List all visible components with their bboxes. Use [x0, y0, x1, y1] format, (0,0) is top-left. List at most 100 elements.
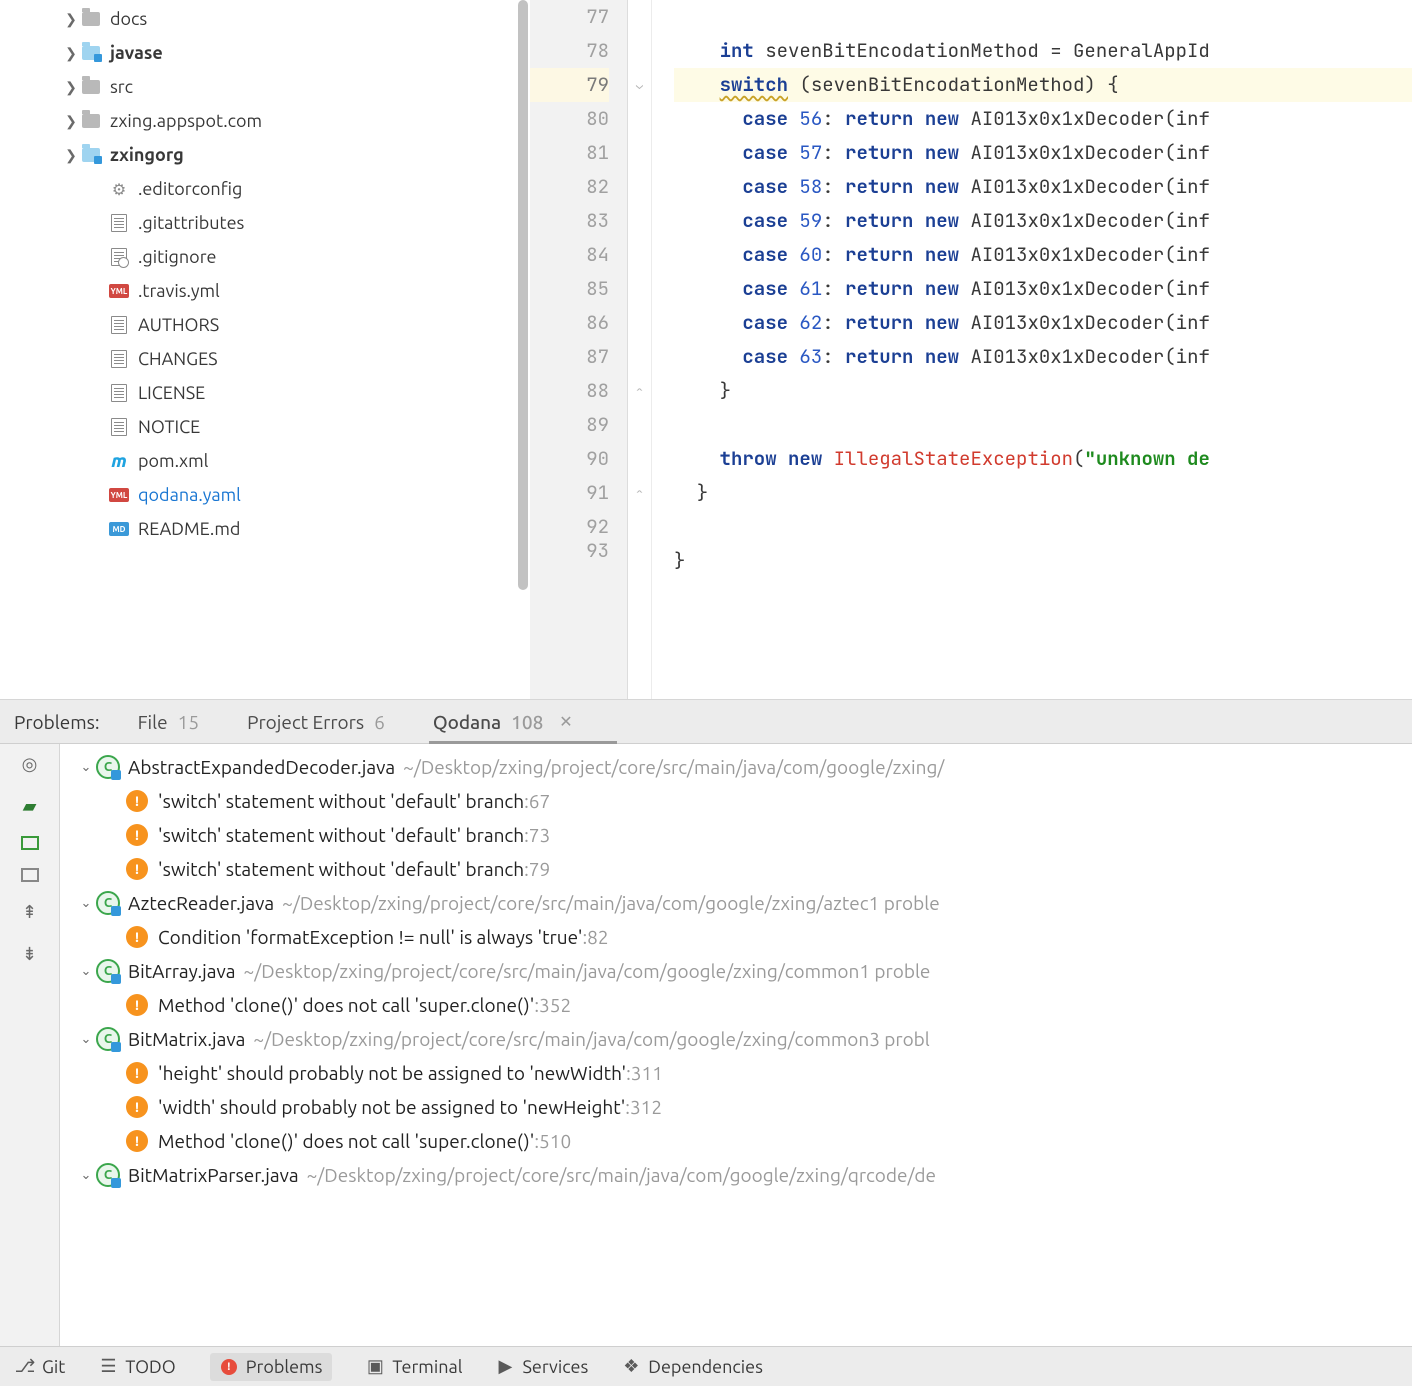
code-line[interactable]: case 60: return new AI013x0x1xDecoder(in…: [674, 238, 1412, 272]
tree-item--editorconfig[interactable]: ⚙.editorconfig: [0, 172, 530, 206]
chevron-right-icon[interactable]: ❯: [62, 79, 80, 96]
line-number[interactable]: 82: [530, 170, 609, 204]
tree-item--gitignore[interactable]: .gitignore: [0, 240, 530, 274]
code-line[interactable]: [674, 408, 1412, 442]
chevron-down-icon[interactable]: ⌄: [76, 760, 96, 775]
tree-item-zxing-appspot-com[interactable]: ❯zxing.appspot.com: [0, 104, 530, 138]
fold-down-icon[interactable]: ⌄: [628, 68, 651, 102]
tree-item-AUTHORS[interactable]: AUTHORS: [0, 308, 530, 342]
problems-tree[interactable]: ⌄CAbstractExpandedDecoder.java~/Desktop/…: [60, 744, 1412, 1346]
code-line[interactable]: [674, 0, 1412, 34]
sort-down-icon[interactable]: ⇟: [18, 942, 42, 966]
tree-item-NOTICE[interactable]: NOTICE: [0, 410, 530, 444]
problems-file-node[interactable]: ⌄CAztecReader.java~/Desktop/zxing/projec…: [60, 886, 1412, 920]
toolwindow-tab-problems[interactable]: !Problems: [210, 1353, 333, 1381]
tree-scrollbar-thumb[interactable]: [518, 0, 528, 590]
code-line[interactable]: case 59: return new AI013x0x1xDecoder(in…: [674, 204, 1412, 238]
line-number[interactable]: 90: [530, 442, 609, 476]
chevron-down-icon[interactable]: ⌄: [76, 1032, 96, 1047]
chevron-down-icon[interactable]: ⌄: [76, 964, 96, 979]
tree-item-README-md[interactable]: MDREADME.md: [0, 512, 530, 546]
chevron-right-icon[interactable]: ❯: [62, 147, 80, 164]
code-line[interactable]: }: [674, 374, 1412, 408]
fold-column[interactable]: ⌄ ⌃ ⌃: [628, 0, 652, 699]
code-line[interactable]: case 58: return new AI013x0x1xDecoder(in…: [674, 170, 1412, 204]
toolwindow-tab-terminal[interactable]: ▣Terminal: [366, 1357, 462, 1377]
problems-file-node[interactable]: ⌄CBitMatrixParser.java~/Desktop/zxing/pr…: [60, 1158, 1412, 1192]
problems-file-node[interactable]: ⌄CAbstractExpandedDecoder.java~/Desktop/…: [60, 750, 1412, 784]
problems-message[interactable]: !'switch' statement without 'default' br…: [60, 818, 1412, 852]
code-line[interactable]: }: [674, 476, 1412, 510]
problems-message[interactable]: !Condition 'formatException != null' is …: [60, 920, 1412, 954]
chevron-right-icon[interactable]: ❯: [62, 45, 80, 62]
code-line[interactable]: }: [674, 544, 1412, 562]
chevron-right-icon[interactable]: ❯: [62, 113, 80, 130]
tree-item-LICENSE[interactable]: LICENSE: [0, 376, 530, 410]
tree-item-docs[interactable]: ❯docs: [0, 2, 530, 36]
toolwindow-tab-services[interactable]: ▶Services: [496, 1357, 588, 1377]
line-number[interactable]: 83: [530, 204, 609, 238]
chevron-down-icon[interactable]: ⌄: [76, 1168, 96, 1183]
line-number[interactable]: 86: [530, 306, 609, 340]
user-icon[interactable]: ▰: [18, 794, 42, 818]
target-icon[interactable]: ◎: [18, 752, 42, 776]
line-number[interactable]: 87: [530, 340, 609, 374]
line-number[interactable]: 91: [530, 476, 609, 510]
problems-message[interactable]: !'switch' statement without 'default' br…: [60, 852, 1412, 886]
tree-scrollbar[interactable]: [516, 0, 530, 699]
tree-item--travis-yml[interactable]: YML.travis.yml: [0, 274, 530, 308]
problems-tab-file[interactable]: File15: [134, 700, 204, 743]
chevron-down-icon[interactable]: ⌄: [76, 896, 96, 911]
tree-item-src[interactable]: ❯src: [0, 70, 530, 104]
tree-item-javase[interactable]: ❯javase: [0, 36, 530, 70]
line-number[interactable]: 89: [530, 408, 609, 442]
problems-message[interactable]: !Method 'clone()' does not call 'super.c…: [60, 1124, 1412, 1158]
tree-item-qodana-yaml[interactable]: YMLqodana.yaml: [0, 478, 530, 512]
problems-file-node[interactable]: ⌄CBitArray.java~/Desktop/zxing/project/c…: [60, 954, 1412, 988]
problems-file-count: 1 proble: [869, 892, 940, 914]
chevron-right-icon[interactable]: ❯: [62, 11, 80, 28]
code-line[interactable]: case 56: return new AI013x0x1xDecoder(in…: [674, 102, 1412, 136]
line-number[interactable]: 93: [530, 544, 609, 562]
code-line[interactable]: switch (sevenBitEncodationMethod) {: [674, 68, 1412, 102]
collapse-all-icon[interactable]: [21, 868, 39, 882]
toolwindow-tab-git[interactable]: ⎇Git: [16, 1357, 65, 1377]
close-icon[interactable]: ✕: [559, 712, 572, 731]
problems-message[interactable]: !'width' should probably not be assigned…: [60, 1090, 1412, 1124]
code-line[interactable]: int sevenBitEncodationMethod = GeneralAp…: [674, 34, 1412, 68]
tree-item-CHANGES[interactable]: CHANGES: [0, 342, 530, 376]
tree-item-pom-xml[interactable]: mpom.xml: [0, 444, 530, 478]
toolwindow-tab-todo[interactable]: ☰TODO: [99, 1357, 175, 1377]
code-line[interactable]: case 61: return new AI013x0x1xDecoder(in…: [674, 272, 1412, 306]
sort-up-icon[interactable]: ⇞: [18, 900, 42, 924]
expand-all-icon[interactable]: [21, 836, 39, 850]
problems-message[interactable]: !Method 'clone()' does not call 'super.c…: [60, 988, 1412, 1022]
toolwindow-tab-dependencies[interactable]: ❖Dependencies: [622, 1357, 763, 1377]
fold-up-icon[interactable]: ⌃: [628, 476, 651, 510]
project-tree[interactable]: ❯docs❯javase❯src❯zxing.appspot.com❯zxing…: [0, 0, 530, 699]
problems-tab-project-errors[interactable]: Project Errors6: [243, 700, 389, 743]
code-line[interactable]: case 63: return new AI013x0x1xDecoder(in…: [674, 340, 1412, 374]
line-number[interactable]: 79: [530, 68, 609, 102]
problems-tab-qodana[interactable]: Qodana108✕: [429, 700, 577, 743]
code-line[interactable]: throw new IllegalStateException("unknown…: [674, 442, 1412, 476]
line-number[interactable]: 77: [530, 0, 609, 34]
line-number[interactable]: 78: [530, 34, 609, 68]
fold-up-icon[interactable]: ⌃: [628, 374, 651, 408]
line-number[interactable]: 85: [530, 272, 609, 306]
tree-item--gitattributes[interactable]: .gitattributes: [0, 206, 530, 240]
line-number[interactable]: 80: [530, 102, 609, 136]
code-area[interactable]: int sevenBitEncodationMethod = GeneralAp…: [652, 0, 1412, 699]
line-number[interactable]: 84: [530, 238, 609, 272]
line-number[interactable]: 81: [530, 136, 609, 170]
problems-message[interactable]: !'height' should probably not be assigne…: [60, 1056, 1412, 1090]
code-editor[interactable]: 7778798081828384858687888990919293 ⌄⌃⌃ i…: [530, 0, 1412, 699]
tree-item-zxingorg[interactable]: ❯zxingorg: [0, 138, 530, 172]
code-line[interactable]: case 57: return new AI013x0x1xDecoder(in…: [674, 136, 1412, 170]
problems-file-node[interactable]: ⌄CBitMatrix.java~/Desktop/zxing/project/…: [60, 1022, 1412, 1056]
editor-gutter[interactable]: 7778798081828384858687888990919293: [530, 0, 628, 699]
problems-message[interactable]: !'switch' statement without 'default' br…: [60, 784, 1412, 818]
code-line[interactable]: [674, 510, 1412, 544]
code-line[interactable]: case 62: return new AI013x0x1xDecoder(in…: [674, 306, 1412, 340]
line-number[interactable]: 88: [530, 374, 609, 408]
